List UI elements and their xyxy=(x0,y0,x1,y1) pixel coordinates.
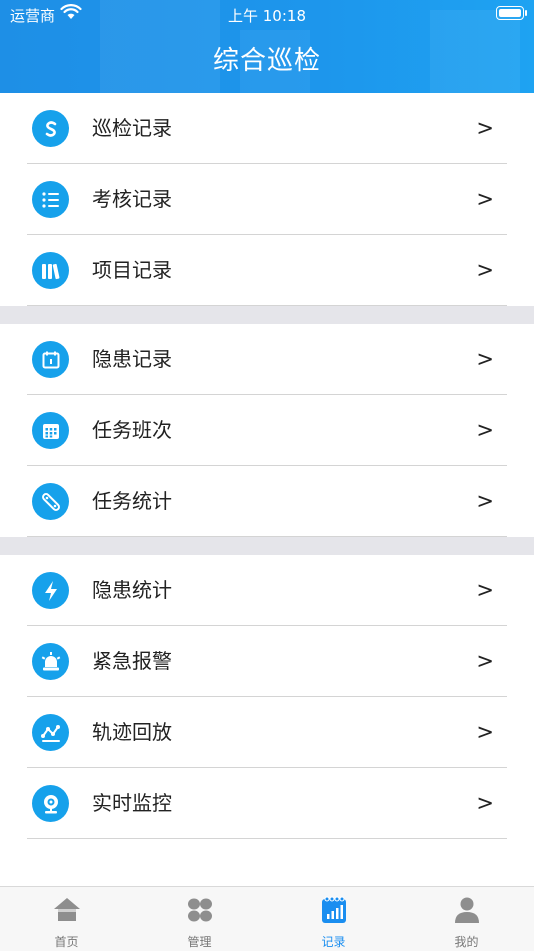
clip-icon xyxy=(32,483,69,520)
menu-item-label: 轨迹回放 xyxy=(92,720,172,744)
chevron-right-icon: > xyxy=(476,258,494,282)
track-icon xyxy=(32,714,69,751)
tab-label: 我的 xyxy=(454,935,479,949)
menu-group: 隐患记录 > 任务班次 > 任务统计 > xyxy=(0,324,534,537)
menu-item-assessment-record[interactable]: 考核记录 > xyxy=(0,164,534,235)
menu-item-live-monitor[interactable]: 实时监控 > xyxy=(0,768,534,839)
menu-item-track-playback[interactable]: 轨迹回放 > xyxy=(0,697,534,768)
menu-item-hazard-statistics[interactable]: 隐患统计 > xyxy=(0,555,534,626)
tab-bar: 首页 管理 记录 我的 xyxy=(0,886,534,951)
menu-group: 巡检记录 > 考核记录 > 项目记录 > xyxy=(0,93,534,306)
tab-label: 首页 xyxy=(54,935,79,949)
home-icon xyxy=(53,898,80,921)
alarm-light-icon xyxy=(32,643,69,680)
menu-group: 隐患统计 > 紧急报警 > 轨迹回放 > 实时监控 > xyxy=(0,555,534,839)
chevron-right-icon: > xyxy=(476,720,494,744)
patrol-record-icon xyxy=(32,110,69,147)
calendar-icon xyxy=(32,341,69,378)
menu-item-hazard-record[interactable]: 隐患记录 > xyxy=(0,324,534,395)
menu-item-project-record[interactable]: 项目记录 > xyxy=(0,235,534,306)
chevron-right-icon: > xyxy=(476,791,494,815)
menu-item-label: 隐患记录 xyxy=(92,347,172,371)
status-time: 上午 10:18 xyxy=(228,7,306,25)
status-bar: 运营商 上午 10:18 xyxy=(0,0,534,28)
tab-profile[interactable]: 我的 xyxy=(400,887,533,951)
record-chart-icon xyxy=(321,896,346,923)
header-bar: 运营商 上午 10:18 综合巡检 xyxy=(0,0,534,93)
chevron-right-icon: > xyxy=(476,489,494,513)
tab-label: 管理 xyxy=(187,935,212,949)
books-icon xyxy=(32,252,69,289)
person-icon xyxy=(454,897,479,923)
section-separator xyxy=(0,537,534,555)
menu-item-label: 紧急报警 xyxy=(92,649,172,673)
menu-item-emergency-alarm[interactable]: 紧急报警 > xyxy=(0,626,534,697)
list-icon xyxy=(32,181,69,218)
chevron-right-icon: > xyxy=(476,649,494,673)
menu-item-label: 项目记录 xyxy=(92,258,172,282)
section-separator xyxy=(0,306,534,324)
menu-list: 巡检记录 > 考核记录 > 项目记录 > 隐患记录 > 任务班次 > 任务统计 … xyxy=(0,93,534,886)
battery-icon xyxy=(496,6,527,20)
divider xyxy=(27,838,507,839)
webcam-icon xyxy=(32,785,69,822)
divider xyxy=(27,536,507,537)
calendar-grid-icon xyxy=(32,412,69,449)
menu-item-label: 考核记录 xyxy=(92,187,172,211)
tab-home[interactable]: 首页 xyxy=(0,887,133,951)
tab-record[interactable]: 记录 xyxy=(267,887,400,951)
chevron-right-icon: > xyxy=(476,116,494,140)
chevron-right-icon: > xyxy=(476,578,494,602)
chevron-right-icon: > xyxy=(476,187,494,211)
page-title: 综合巡检 xyxy=(212,46,321,76)
chevron-right-icon: > xyxy=(476,418,494,442)
menu-item-label: 任务班次 xyxy=(92,418,172,442)
tab-label: 记录 xyxy=(321,935,346,949)
menu-item-task-statistics[interactable]: 任务统计 > xyxy=(0,466,534,537)
menu-item-label: 任务统计 xyxy=(92,489,172,513)
menu-item-label: 巡检记录 xyxy=(92,116,172,140)
chevron-right-icon: > xyxy=(476,347,494,371)
grid-icon xyxy=(187,898,212,922)
divider xyxy=(27,305,507,306)
menu-item-label: 隐患统计 xyxy=(92,578,172,602)
menu-item-label: 实时监控 xyxy=(92,791,172,815)
tab-manage[interactable]: 管理 xyxy=(133,887,266,951)
lightning-icon xyxy=(32,572,69,609)
menu-item-patrol-record[interactable]: 巡检记录 > xyxy=(0,93,534,164)
menu-item-task-shift[interactable]: 任务班次 > xyxy=(0,395,534,466)
